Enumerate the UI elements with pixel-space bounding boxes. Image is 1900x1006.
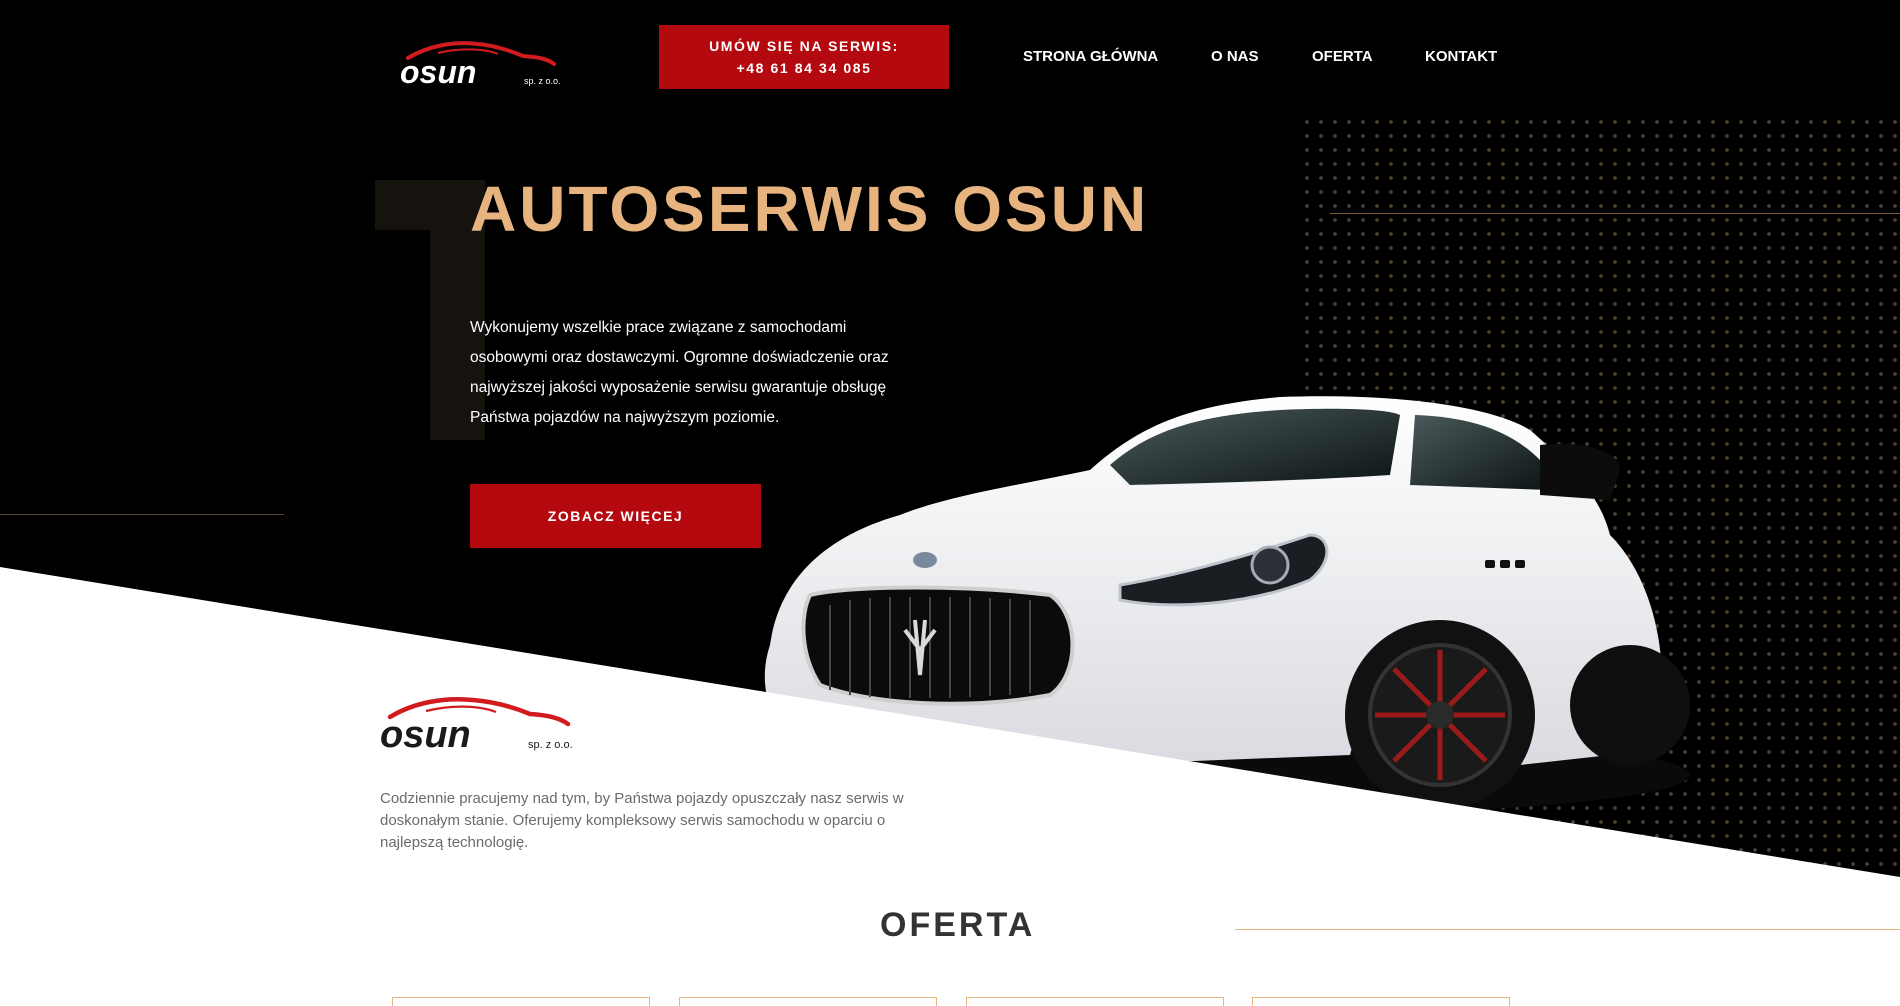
- nav-item-home[interactable]: STRONA GŁÓWNA: [1023, 48, 1158, 65]
- hero-section: [0, 0, 1900, 1006]
- about-description-line: najlepszą technologię.: [380, 834, 529, 851]
- hero-divider-right: [1330, 213, 1900, 214]
- hero-description-line: Państwa pojazdów na najwyższym poziomie.: [470, 409, 780, 426]
- header-logo[interactable]: osun sp. z o.o.: [398, 38, 568, 88]
- hero-description: Wykonujemy wszelkie prace związane z sam…: [470, 313, 920, 433]
- offer-section-title: OFERTA: [880, 906, 1036, 944]
- svg-text:osun: osun: [400, 54, 476, 88]
- offer-card[interactable]: [1252, 997, 1510, 1006]
- nav-item-about[interactable]: O NAS: [1211, 48, 1259, 65]
- car-silhouette-logo-icon: osun sp. z o.o.: [400, 41, 561, 88]
- hero-description-line: osobowymi oraz dostawczymi. Ogromne dośw…: [470, 349, 889, 366]
- svg-text:sp. z o.o.: sp. z o.o.: [528, 739, 573, 751]
- offer-card[interactable]: [966, 997, 1224, 1006]
- about-description-line: Codziennie pracujemy nad tym, by Państwa…: [380, 790, 904, 807]
- decorative-number-one: [375, 180, 485, 440]
- about-logo: osun sp. z o.o.: [378, 693, 588, 753]
- offer-card[interactable]: [679, 997, 937, 1006]
- about-description: Codziennie pracujemy nad tym, by Państwa…: [380, 788, 940, 854]
- car-silhouette-logo-icon: osun sp. z o.o.: [380, 697, 573, 753]
- hero-divider-left: [0, 514, 284, 515]
- offer-divider: [1235, 929, 1900, 930]
- book-service-label: UMÓW SIĘ NA SERWIS:: [709, 38, 899, 54]
- hero-title: AUTOSERWIS OSUN: [470, 173, 1150, 245]
- nav-item-offer[interactable]: OFERTA: [1312, 48, 1373, 65]
- see-more-button[interactable]: ZOBACZ WIĘCEJ: [470, 484, 761, 548]
- offer-card[interactable]: [392, 997, 650, 1006]
- about-description-line: doskonałym stanie. Oferujemy kompleksowy…: [380, 812, 886, 829]
- hero-description-line: najwyższej jakości wyposażenie serwisu g…: [470, 379, 887, 396]
- svg-text:sp. z o.o.: sp. z o.o.: [524, 76, 561, 86]
- svg-text:osun: osun: [380, 714, 471, 753]
- book-service-phone: +48 61 84 34 085: [736, 60, 872, 76]
- book-service-button[interactable]: UMÓW SIĘ NA SERWIS: +48 61 84 34 085: [659, 25, 949, 89]
- nav-item-contact[interactable]: KONTAKT: [1425, 48, 1497, 65]
- hero-description-line: Wykonujemy wszelkie prace związane z sam…: [470, 319, 847, 336]
